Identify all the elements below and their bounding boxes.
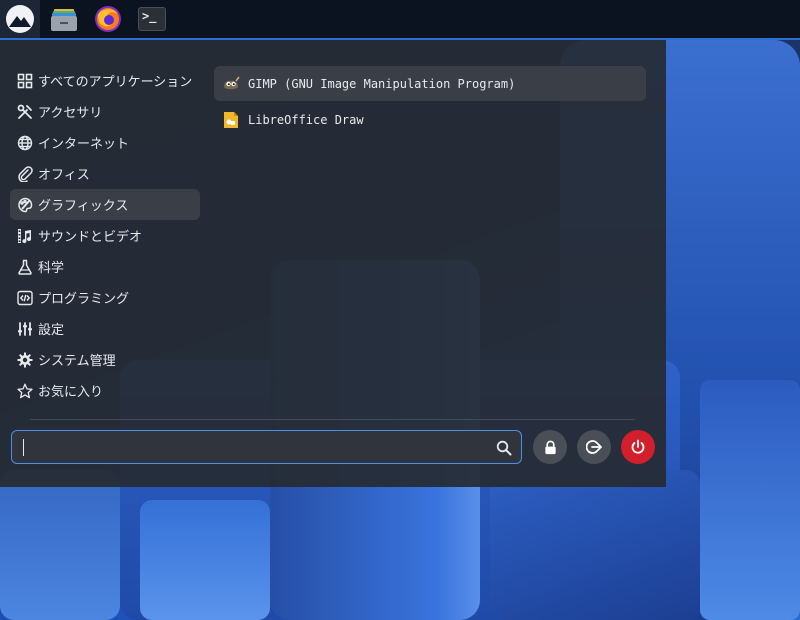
terminal-icon: >_	[138, 7, 166, 31]
star-icon	[17, 383, 33, 399]
gear-icon	[17, 352, 33, 368]
category-label: プログラミング	[38, 292, 130, 307]
libreoffice-draw-icon	[222, 111, 240, 129]
category-label: お気に入り	[38, 385, 104, 400]
category-label: システム管理	[38, 354, 116, 369]
app-label: GIMP (GNU Image Manipulation Program)	[248, 76, 516, 91]
category-science[interactable]: 科学	[10, 251, 200, 282]
category-accessories[interactable]: アクセサリ	[10, 96, 200, 127]
app-item-gimp[interactable]: GIMP (GNU Image Manipulation Program)	[214, 66, 646, 101]
sliders-icon	[17, 321, 33, 337]
paperclip-icon	[17, 165, 33, 182]
lock-icon	[544, 440, 556, 454]
category-office[interactable]: オフィス	[10, 158, 200, 189]
logout-button[interactable]	[577, 430, 611, 464]
mountain-logo-icon	[6, 5, 34, 33]
category-system[interactable]: システム管理	[10, 344, 200, 375]
category-label: アクセサリ	[38, 106, 103, 121]
wallpaper-shape	[700, 380, 800, 620]
category-programming[interactable]: プログラミング	[10, 282, 200, 313]
divider	[30, 419, 635, 420]
tools-icon	[17, 104, 33, 120]
category-list: すべてのアプリケーション アクセサリ インターネット オフィス グラフィックス	[10, 65, 200, 406]
app-label: LibreOffice Draw	[248, 112, 364, 127]
app-item-libreoffice-draw[interactable]: LibreOffice Draw	[214, 102, 646, 137]
application-menu: すべてのアプリケーション アクセサリ インターネット オフィス グラフィックス	[0, 40, 666, 487]
logout-icon	[586, 440, 602, 454]
start-menu-button[interactable]	[0, 0, 40, 38]
firefox-icon	[95, 6, 121, 32]
power-button[interactable]	[621, 430, 655, 464]
wallpaper-shape	[490, 470, 700, 620]
category-sound-video[interactable]: サウンドとビデオ	[10, 220, 200, 251]
wallpaper-shape	[0, 470, 120, 620]
category-internet[interactable]: インターネット	[10, 127, 200, 158]
search-box[interactable]	[11, 430, 522, 464]
wallpaper-shape	[140, 500, 270, 620]
category-label: オフィス	[38, 168, 90, 183]
category-favorites[interactable]: お気に入り	[10, 375, 200, 406]
grid-icon	[17, 73, 33, 89]
globe-icon	[17, 135, 33, 151]
category-all-apps[interactable]: すべてのアプリケーション	[10, 65, 200, 96]
category-label: サウンドとビデオ	[38, 230, 143, 245]
taskbar: >_	[0, 0, 800, 40]
text-cursor	[23, 439, 24, 456]
category-label: インターネット	[38, 137, 130, 152]
gimp-icon	[222, 75, 240, 93]
category-label: 科学	[38, 261, 65, 276]
lock-button[interactable]	[533, 430, 567, 464]
category-label: 設定	[38, 323, 65, 338]
palette-icon	[17, 197, 33, 213]
file-manager-icon	[50, 8, 78, 31]
category-label: グラフィックス	[38, 199, 129, 214]
application-list: GIMP (GNU Image Manipulation Program) Li…	[214, 66, 646, 138]
search-input[interactable]	[18, 435, 492, 461]
code-icon	[17, 290, 33, 306]
taskbar-firefox-button[interactable]	[88, 0, 128, 38]
category-label: すべてのアプリケーション	[38, 75, 193, 90]
category-settings[interactable]: 設定	[10, 313, 200, 344]
film-music-icon	[17, 228, 33, 244]
power-icon	[631, 439, 645, 454]
search-icon	[496, 440, 512, 456]
taskbar-terminal-button[interactable]: >_	[132, 0, 172, 38]
category-graphics[interactable]: グラフィックス	[10, 189, 200, 220]
taskbar-files-button[interactable]	[44, 0, 84, 38]
flask-icon	[17, 259, 33, 275]
